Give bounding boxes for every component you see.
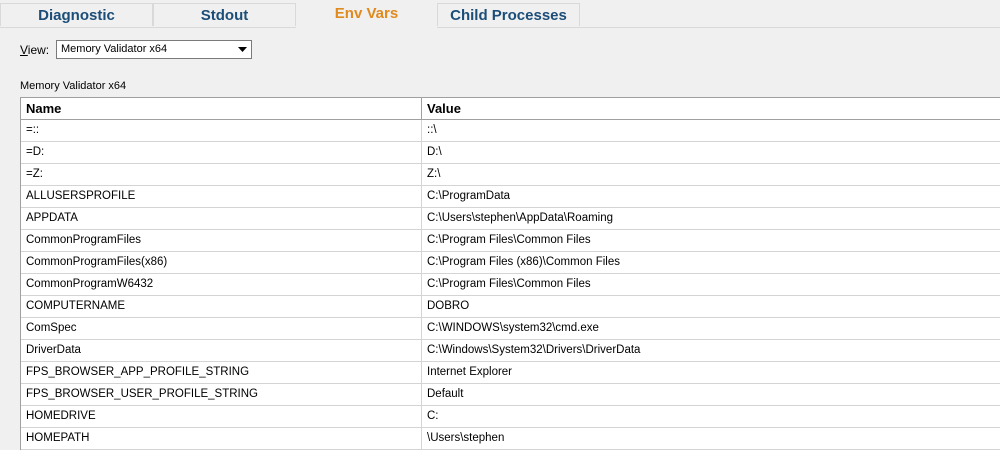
table-row[interactable]: CommonProgramW6432 C:\Program Files\Commo… xyxy=(21,274,1000,296)
cell-name: HOMEPATH xyxy=(21,428,422,449)
cell-value: C: xyxy=(427,410,439,422)
cell-value: C:\Program Files\Common Files xyxy=(427,234,591,246)
cell-value: DOBRO xyxy=(427,300,470,312)
cell-value: \Users\stephen xyxy=(427,432,505,444)
table-row[interactable]: FPS_BROWSER_APP_PROFILE_STRING Internet E… xyxy=(21,362,1000,384)
chevron-down-icon[interactable] xyxy=(235,42,250,57)
table-row[interactable]: DriverData C:\Windows\System32\Drivers\Dr… xyxy=(21,340,1000,362)
section-title: Memory Validator x64 xyxy=(20,80,127,92)
view-combobox[interactable]: Memory Validator x64 xyxy=(56,40,252,59)
tab-env-vars[interactable]: Env Vars xyxy=(296,0,437,28)
cell-name: CommonProgramW6432 xyxy=(21,274,422,295)
view-combobox-value: Memory Validator x64 xyxy=(61,43,168,55)
table-row[interactable]: =D: D:\ xyxy=(21,142,1000,164)
table-row[interactable]: ALLUSERSPROFILE C:\ProgramData xyxy=(21,186,1000,208)
cell-value: Internet Explorer xyxy=(427,366,513,378)
cell-name: =D: xyxy=(21,142,422,163)
cell-name: =:: xyxy=(21,120,422,141)
column-header-name[interactable]: Name xyxy=(21,98,422,119)
tab-child-processes[interactable]: Child Processes xyxy=(437,3,580,26)
table-row[interactable]: ComSpec C:\WINDOWS\system32\cmd.exe xyxy=(21,318,1000,340)
view-label-rest: iew: xyxy=(27,43,50,57)
table-header: Name Value xyxy=(21,98,1000,120)
cell-value: C:\Windows\System32\Drivers\DriverData xyxy=(427,344,641,356)
cell-name: =Z: xyxy=(21,164,422,185)
tab-diagnostic[interactable]: Diagnostic xyxy=(0,3,153,26)
cell-name: CommonProgramFiles(x86) xyxy=(21,252,422,273)
table-row[interactable]: HOMEPATH \Users\stephen xyxy=(21,428,1000,450)
tab-bar: Diagnostic Stdout Env Vars Child Process… xyxy=(0,0,1000,28)
cell-value: C:\Program Files\Common Files xyxy=(427,278,591,290)
cell-value: D:\ xyxy=(427,146,442,158)
cell-value: C:\WINDOWS\system32\cmd.exe xyxy=(427,322,599,334)
cell-name: COMPUTERNAME xyxy=(21,296,422,317)
table-row[interactable]: COMPUTERNAME DOBRO xyxy=(21,296,1000,318)
cell-name: ALLUSERSPROFILE xyxy=(21,186,422,207)
cell-name: CommonProgramFiles xyxy=(21,230,422,251)
cell-value: Default xyxy=(427,388,464,400)
cell-value: Z:\ xyxy=(427,168,441,180)
table-row[interactable]: FPS_BROWSER_USER_PROFILE_STRING Default xyxy=(21,384,1000,406)
column-header-value[interactable]: Value xyxy=(422,98,1000,119)
cell-value: C:\Users\stephen\AppData\Roaming xyxy=(427,212,614,224)
cell-name: ComSpec xyxy=(21,318,422,339)
cell-value: C:\ProgramData xyxy=(427,190,511,202)
env-vars-table[interactable]: Name Value =::::\ =D: D:\ =Z: Z:\ ALLUSERSPRO… xyxy=(20,97,1000,450)
table-body: =::::\ =D: D:\ =Z: Z:\ ALLUSERSPROFILE C:\Prog… xyxy=(21,120,1000,450)
cell-value: C:\Program Files (x86)\Common Files xyxy=(427,256,620,268)
cell-name: DriverData xyxy=(21,340,422,361)
table-row[interactable]: CommonProgramFiles C:\Program Files\Commo… xyxy=(21,230,1000,252)
table-row[interactable]: =Z: Z:\ xyxy=(21,164,1000,186)
cell-name: APPDATA xyxy=(21,208,422,229)
cell-name: HOMEDRIVE xyxy=(21,406,422,427)
cell-name: FPS_BROWSER_APP_PROFILE_STRING xyxy=(21,362,422,383)
view-label-accelerator: V xyxy=(20,43,28,57)
cell-value: ::\ xyxy=(427,124,437,136)
tab-stdout[interactable]: Stdout xyxy=(153,3,296,26)
view-label: View: xyxy=(20,43,49,57)
table-row[interactable]: CommonProgramFiles(x86) C:\Program Files … xyxy=(21,252,1000,274)
table-row[interactable]: HOMEDRIVE C: xyxy=(21,406,1000,428)
table-row[interactable]: =::::\ xyxy=(21,120,1000,142)
cell-name: FPS_BROWSER_USER_PROFILE_STRING xyxy=(21,384,422,405)
table-row[interactable]: APPDATA C:\Users\stephen\AppData\Roaming xyxy=(21,208,1000,230)
